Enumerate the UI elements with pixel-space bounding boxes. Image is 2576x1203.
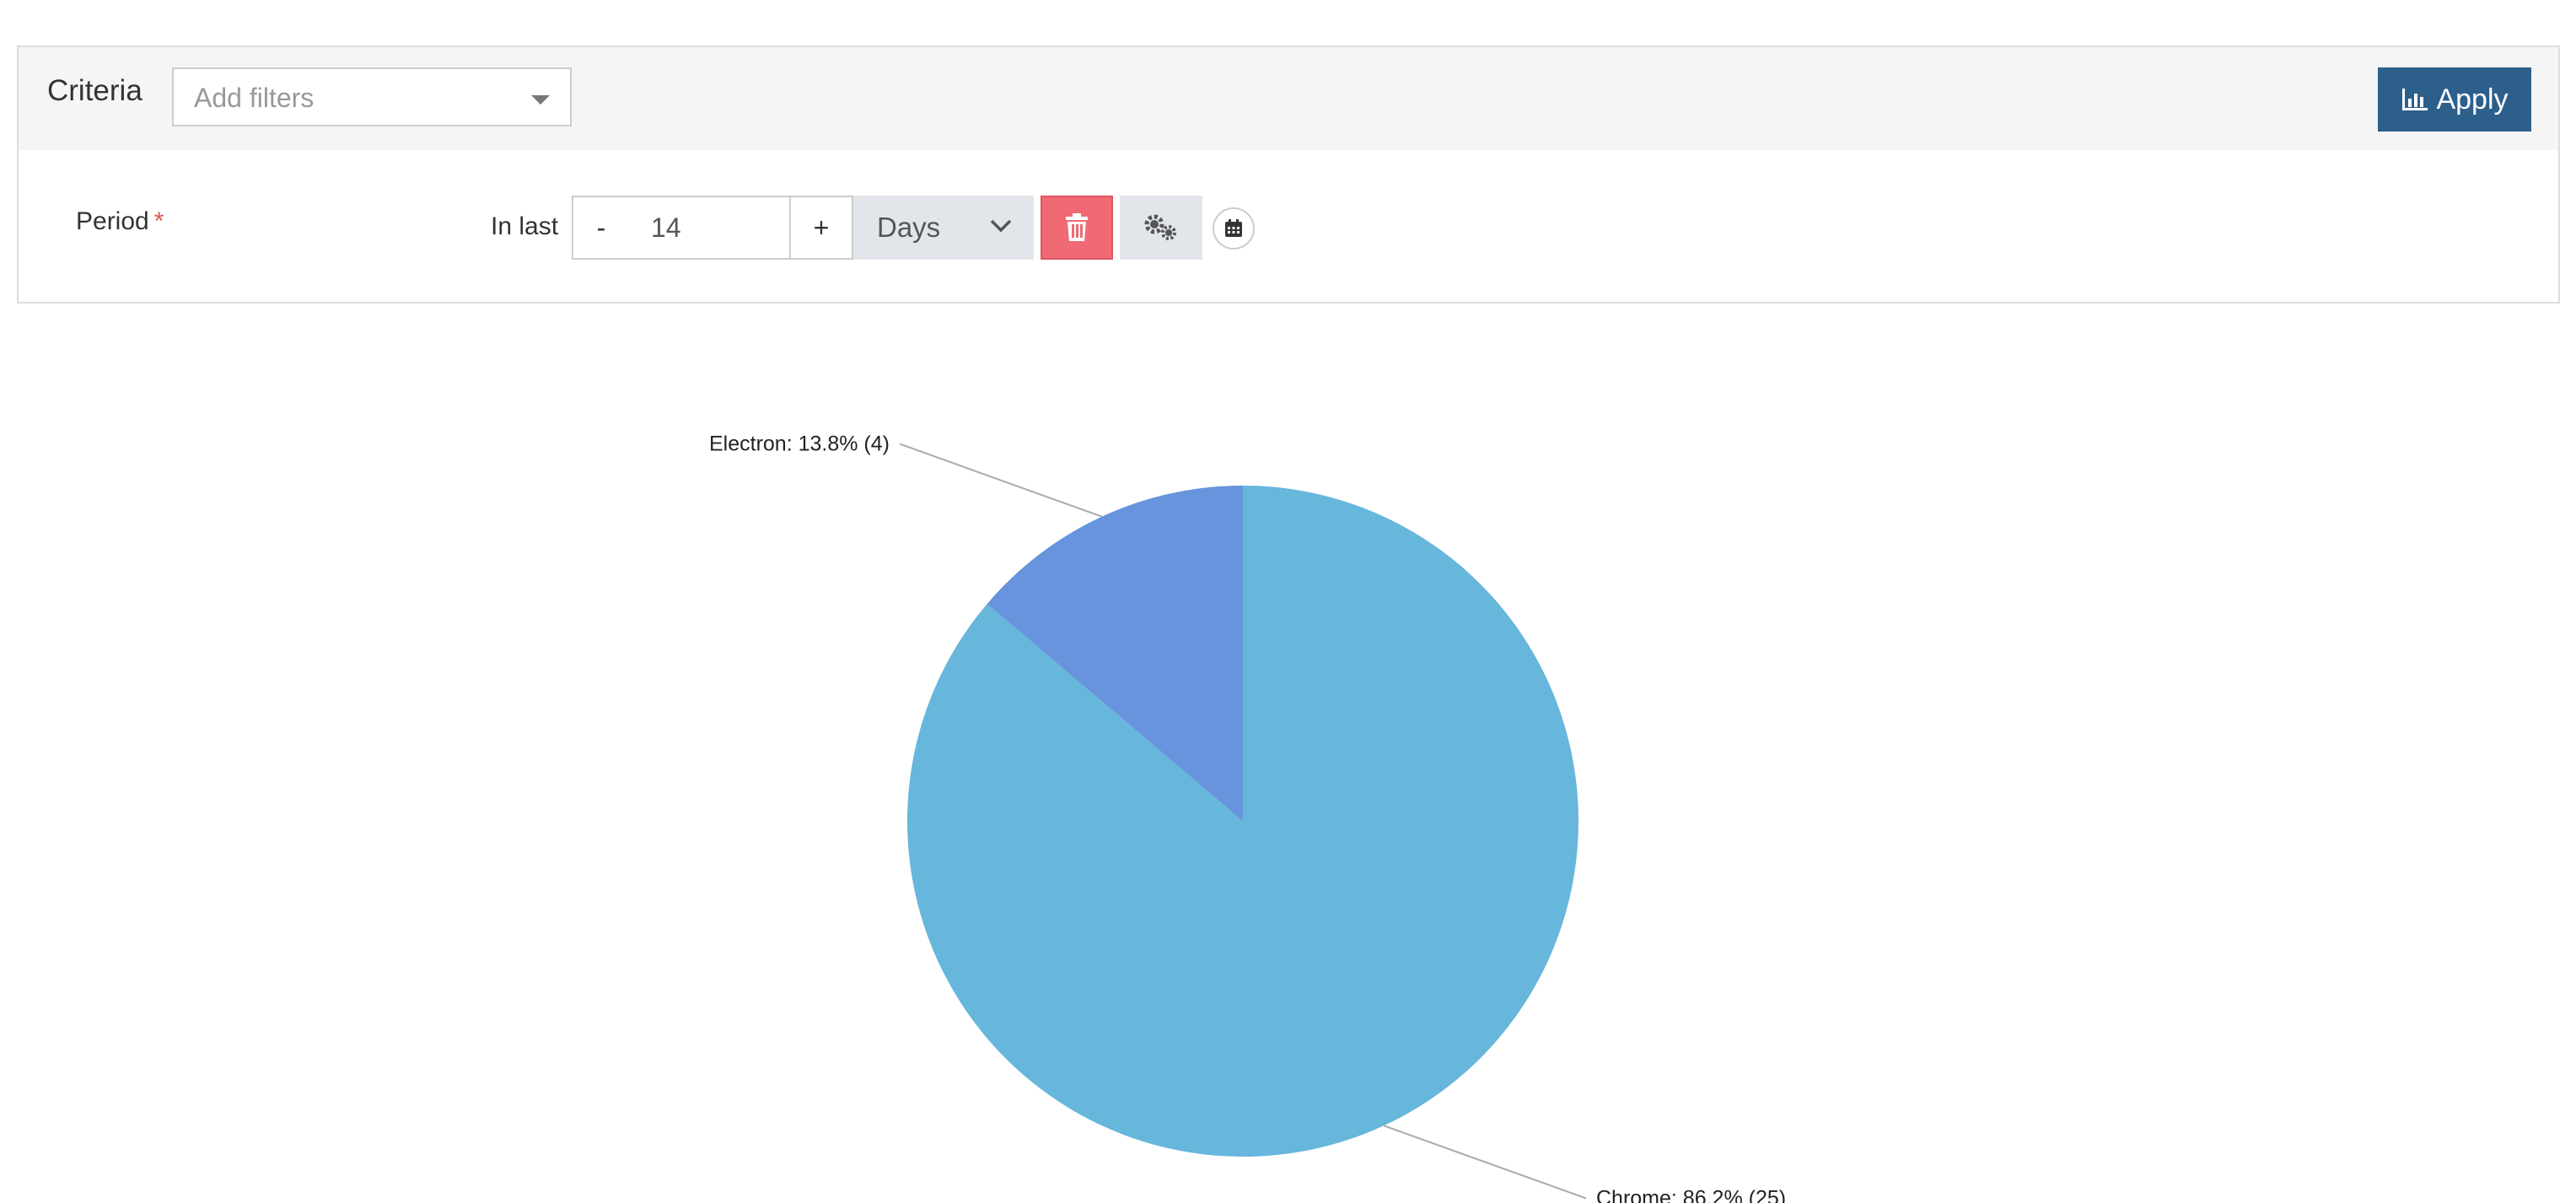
chevron-down-icon [990, 219, 1012, 233]
leader-line-electron [899, 443, 1103, 518]
decrement-button[interactable]: - [572, 196, 631, 260]
caret-down-icon [531, 95, 550, 105]
calendar-button[interactable] [1213, 207, 1255, 250]
delete-period-button[interactable] [1041, 196, 1113, 260]
pie-chart: Chrome: 86.2% (25) Electron: 13.8% (4) [709, 432, 1786, 1203]
slice-label-electron: Electron: 13.8% (4) [709, 432, 890, 456]
period-label-text: Period [76, 207, 149, 235]
increment-button[interactable]: + [789, 196, 853, 260]
criteria-header: Criteria Add filters Apply [19, 47, 2558, 150]
gears-icon [1144, 214, 1176, 240]
trash-icon [1066, 213, 1088, 241]
period-unit-select[interactable]: Days [853, 196, 1034, 260]
period-settings-button[interactable] [1120, 196, 1202, 260]
add-filters-placeholder: Add filters [194, 83, 315, 113]
apply-label: Apply [2436, 83, 2509, 115]
period-label: Period * [76, 207, 164, 236]
required-marker: * [153, 207, 164, 235]
criteria-panel: Criteria Add filters Apply Period * In la… [17, 46, 2560, 303]
calendar-icon [1225, 219, 1242, 237]
apply-button[interactable]: Apply [2378, 67, 2531, 132]
pie-chart-area: Chrome: 86.2% (25) Electron: 13.8% (4) [0, 303, 2576, 1203]
add-filters-select[interactable]: Add filters [172, 67, 572, 126]
leader-line-chrome [1383, 1125, 1587, 1200]
bar-chart-icon [2402, 89, 2428, 110]
period-quantity-input[interactable] [629, 196, 791, 260]
criteria-title: Criteria [47, 74, 143, 107]
slice-label-chrome: Chrome: 86.2% (25) [1596, 1186, 1786, 1203]
period-unit-value: Days [877, 212, 941, 243]
in-last-label: In last [491, 212, 559, 240]
